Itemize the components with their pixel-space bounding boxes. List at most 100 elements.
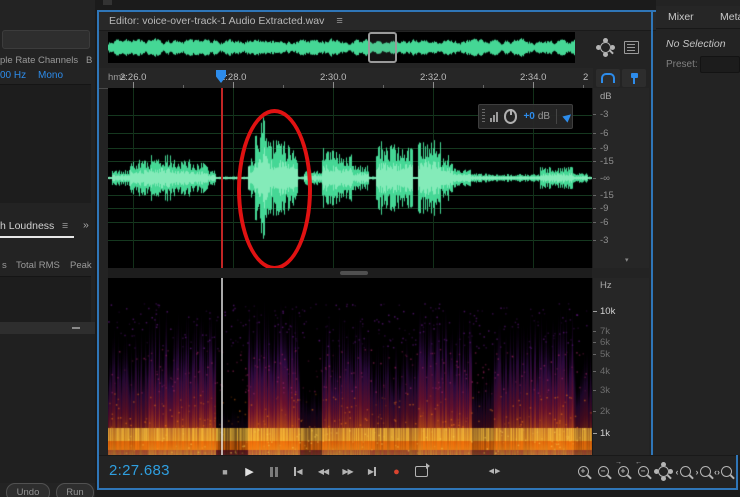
pause-icon [270, 466, 278, 477]
record-button[interactable]: ● [386, 461, 408, 483]
annotation-circle [237, 109, 312, 268]
playhead-line[interactable] [221, 88, 223, 268]
preset-dropdown[interactable] [700, 56, 740, 73]
preset-label: Preset: [666, 59, 698, 70]
timeline-ruler[interactable]: hms 2:26.0 2:28.0 2:30.0 2:32.0 2:34.0 2 [99, 68, 593, 89]
skip-to-end-button[interactable]: ▶ [361, 461, 383, 483]
time-display[interactable]: 2:27.683 [109, 462, 170, 479]
horizontal-scrollbar[interactable] [108, 268, 592, 278]
overview-waveform-canvas[interactable] [108, 32, 575, 63]
files-panel: ple Rate Channels B 00 Hz Mono h Loudnes… [0, 0, 95, 497]
pause-button[interactable] [263, 461, 285, 483]
loop-icon [414, 463, 430, 477]
editor-titlebar[interactable]: Editor: voice-over-track-1 Audio Extract… [99, 12, 736, 31]
zoom-selection-button[interactable]: ‹› [713, 461, 733, 483]
file-channels: Mono [38, 70, 64, 81]
marker-button[interactable] [622, 69, 646, 87]
zoom-in-amplitude-button[interactable]: → + [613, 459, 633, 483]
column-header-bitdepth[interactable]: B [86, 55, 92, 66]
overview-view-box[interactable] [368, 32, 397, 63]
list-view-icon[interactable] [621, 39, 641, 55]
freq-label: 5k [600, 349, 611, 360]
marker-icon [630, 72, 638, 84]
zoom-in-button[interactable]: + [573, 461, 593, 483]
zoom-out-button[interactable]: − [593, 461, 613, 483]
db-label: -15 [600, 190, 614, 201]
panel-menu-icon[interactable]: ≡ [62, 220, 68, 232]
db-label: -∞ [600, 173, 610, 184]
frequency-scale[interactable]: Hz 10k 7k 6k 5k 4k 3k 2k 1k [592, 278, 649, 455]
db-scale[interactable]: dB -3 -6 -9 -15 -∞ -15 -9 -6 -3 ▾ [592, 88, 649, 268]
freq-label: 6k [600, 337, 611, 348]
editor-title: Editor: voice-over-track-1 Audio Extract… [109, 15, 325, 27]
ruler-tick-label: 2 [583, 72, 589, 83]
hud-separator [556, 109, 557, 124]
loop-playback-button[interactable] [410, 461, 432, 483]
loudness-header-total-rms: Total RMS [16, 260, 60, 271]
skip-icon: ◀▶ [488, 468, 502, 475]
waveform-view[interactable]: +0 dB [108, 88, 592, 268]
stop-button[interactable]: ■ [214, 461, 236, 483]
db-label: -3 [600, 109, 609, 120]
loudness-list[interactable] [0, 276, 91, 323]
db-label: -6 [600, 217, 609, 228]
transport-buttons: ■ ▶ ◀ ◀◀ ▶▶ ▶ ● [214, 456, 432, 487]
db-label: -9 [600, 203, 609, 214]
rewind-button[interactable]: ◀◀ [312, 461, 334, 483]
undo-button[interactable]: Undo [6, 483, 50, 497]
undo-button-label: Undo [16, 487, 40, 497]
right-panel-tabs: Mixer Meta [656, 6, 740, 29]
selection-status: No Selection [666, 38, 726, 50]
scale-scroll-arrow-icon[interactable]: ▾ [625, 256, 629, 264]
zoom-in-point-button[interactable]: ‹ [673, 461, 693, 483]
gain-value[interactable]: +0 [523, 111, 534, 122]
run-button-label: Run [66, 487, 84, 497]
freq-label: 2k [600, 406, 611, 417]
run-button[interactable]: Run [56, 483, 94, 497]
freq-label: 7k [600, 326, 611, 337]
zoom-buttons: + − → + ← − ‹ › ‹› [573, 456, 733, 487]
freq-label: 1k [600, 428, 611, 439]
gain-knob-icon[interactable] [503, 109, 518, 124]
db-scale-title: dB [600, 91, 612, 102]
transport-bar: 2:27.683 ■ ▶ ◀ ◀◀ ▶▶ ▶ ● ◀▶ + − → + ← − ‹ … [99, 455, 736, 487]
waveform-overview[interactable] [108, 32, 575, 63]
panel-divider-line[interactable] [651, 10, 653, 455]
tab-match-loudness[interactable]: h Loudness [0, 220, 54, 232]
column-header-sample-rate[interactable]: ple Rate [0, 55, 35, 66]
freq-label: 10k [600, 306, 616, 317]
active-tab-underline [0, 236, 74, 238]
panel-menu-icon[interactable]: ≡ [336, 15, 342, 27]
spectrogram-canvas[interactable] [108, 278, 592, 455]
zoom-out-full-button[interactable] [653, 461, 673, 483]
files-list[interactable] [0, 84, 91, 203]
spectrogram-view[interactable] [108, 278, 592, 455]
pin-icon[interactable] [562, 110, 574, 123]
zoom-fit-icon[interactable] [595, 39, 615, 55]
scrollbar-handle[interactable] [340, 271, 368, 275]
hud-drag-handle-icon[interactable] [482, 109, 485, 124]
zoom-out-amplitude-button[interactable]: ← − [633, 459, 653, 483]
magnet-icon [601, 73, 615, 83]
panel-divider[interactable] [0, 322, 95, 334]
tab-mixer[interactable]: Mixer [668, 11, 694, 23]
levels-icon [489, 111, 498, 122]
fast-forward-button[interactable]: ▶▶ [337, 461, 359, 483]
media-filter-field[interactable] [2, 30, 90, 49]
volume-hud[interactable]: +0 dB [478, 104, 574, 129]
play-button[interactable]: ▶ [239, 461, 261, 483]
skip-selection-button[interactable]: ◀▶ [484, 460, 506, 482]
skip-to-start-button[interactable]: ◀ [288, 461, 310, 483]
column-header-channels[interactable]: Channels [38, 55, 78, 66]
db-label: -6 [600, 128, 609, 139]
playhead-line[interactable] [221, 278, 223, 455]
loudness-header-peak: Peak [70, 260, 92, 271]
expand-chevrons-icon[interactable]: » [83, 219, 89, 231]
editor-panel: Editor: voice-over-track-1 Audio Extract… [97, 10, 738, 490]
loudness-header-ms: s [2, 260, 7, 271]
tab-metadata[interactable]: Meta [720, 11, 740, 23]
zoom-out-point-button[interactable]: › [693, 461, 713, 483]
snap-toggle-button[interactable] [596, 69, 620, 87]
db-label: -9 [600, 143, 609, 154]
divider-handle-icon[interactable] [72, 327, 80, 329]
